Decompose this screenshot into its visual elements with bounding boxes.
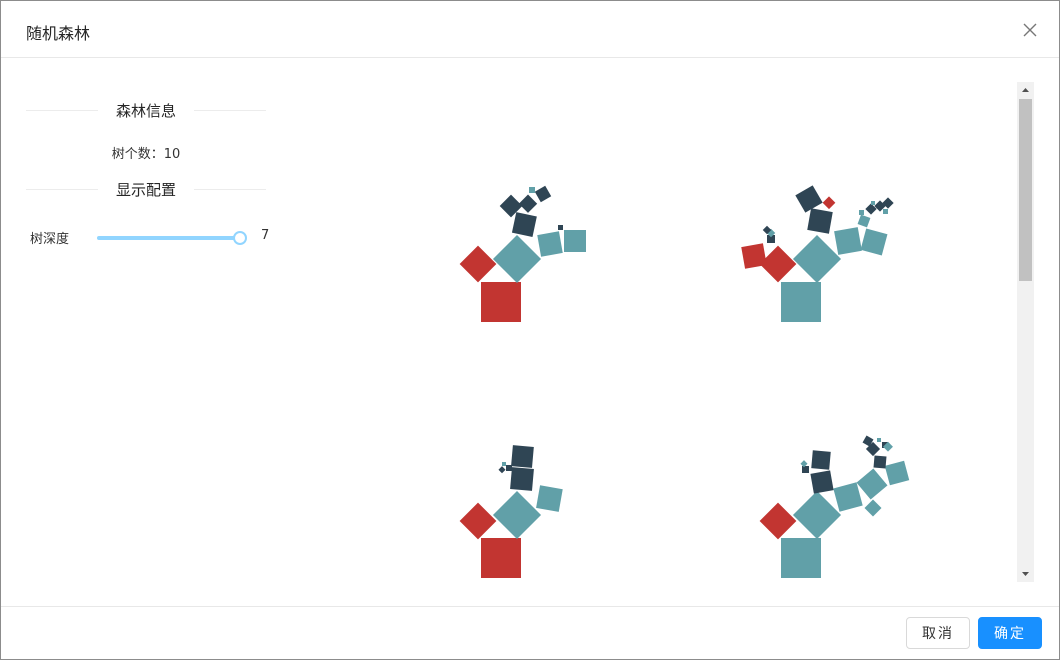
confirm-button[interactable]: 确定 — [978, 617, 1042, 649]
close-icon[interactable] — [1019, 19, 1041, 41]
cancel-button[interactable]: 取消 — [906, 617, 970, 649]
dialog-title: 随机森林 — [26, 24, 91, 43]
settings-panel: 森林信息 树个数：10 显示配置 树深度 7 — [26, 58, 271, 606]
forest-info-divider: 森林信息 — [26, 100, 266, 120]
tree-depth-label: 树深度 — [30, 232, 70, 247]
forest-info-title: 森林信息 — [115, 102, 176, 120]
arrow-up-icon[interactable] — [1017, 82, 1034, 99]
dialog-body: 森林信息 树个数：10 显示配置 树深度 7 — [1, 58, 1059, 606]
dialog-footer: 取消 确定 — [1, 606, 1059, 660]
display-config-divider: 显示配置 — [26, 179, 266, 199]
arrow-down-icon[interactable] — [1017, 565, 1034, 582]
slider-handle[interactable] — [233, 231, 247, 245]
tree-depth-value: 7 — [261, 228, 270, 243]
tree-3 — [459, 445, 563, 578]
slider-track — [97, 236, 240, 240]
random-forest-dialog: 随机森林 森林信息 树个数：10 显示配置 树深度 7 取消 确定 — [0, 0, 1060, 660]
forest-canvas — [271, 58, 1016, 606]
tree-2 — [741, 185, 894, 322]
tree-depth-slider[interactable] — [97, 226, 247, 245]
display-config-title: 显示配置 — [115, 181, 176, 199]
tree-1 — [459, 185, 586, 322]
tree-count: 树个数：10 — [111, 147, 181, 162]
dialog-header: 随机森林 — [1, 1, 1059, 58]
vertical-scrollbar[interactable] — [1017, 82, 1034, 582]
scroll-thumb[interactable] — [1019, 99, 1032, 281]
tree-4 — [759, 435, 910, 578]
